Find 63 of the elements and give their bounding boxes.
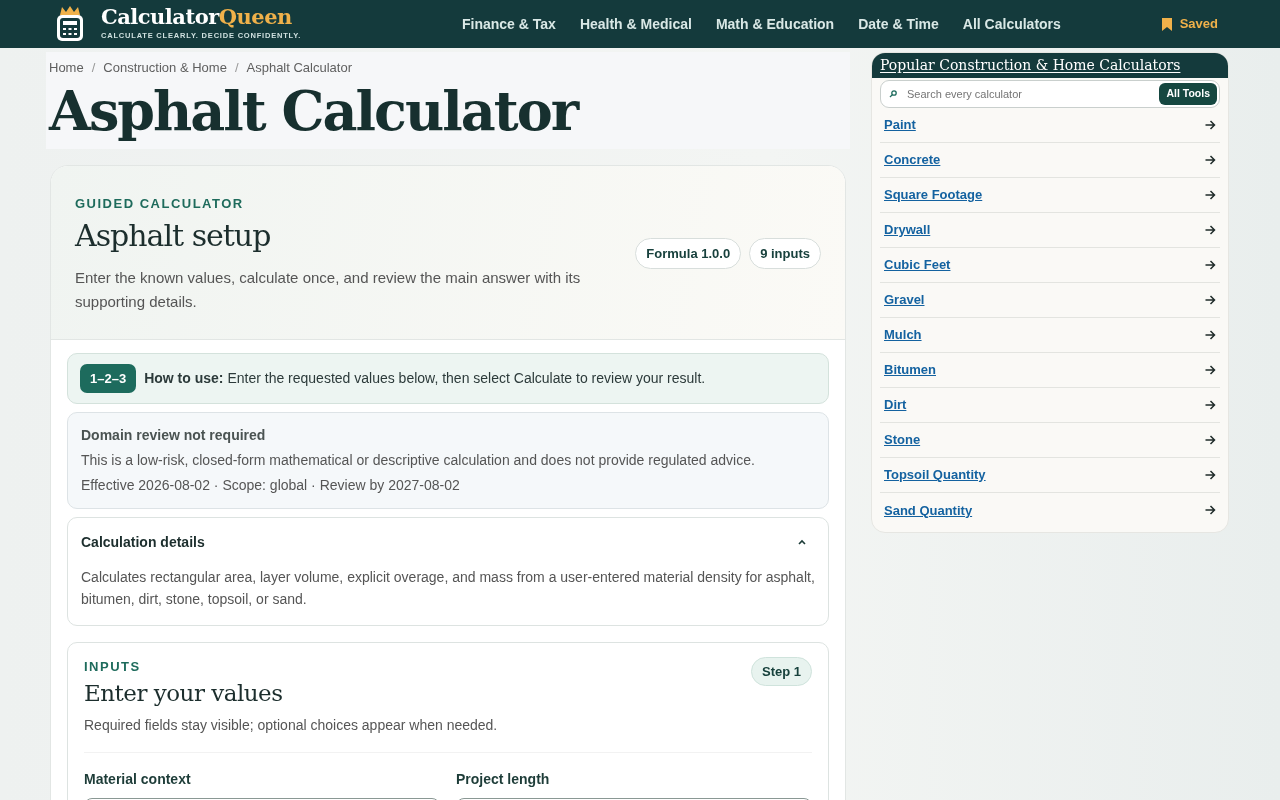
- arrow-right-icon: [1205, 469, 1216, 480]
- calculator-link[interactable]: Paint: [884, 115, 916, 135]
- section-description: Enter the known values, calculate once, and review the main answer with its supporting details.: [75, 268, 582, 312]
- arrow-right-icon: [1205, 224, 1216, 235]
- breadcrumb-link[interactable]: Construction & Home: [103, 58, 227, 78]
- breadcrumb-link[interactable]: Home: [49, 58, 84, 78]
- review-text: This is a low-risk, closed-form mathematical or descriptive calculation and does not provide regulated advice.: [81, 451, 756, 471]
- calculator-link[interactable]: Sand Quantity: [884, 500, 973, 520]
- section-eyebrow: INPUTS: [84, 657, 142, 676]
- step-pill: Step 1: [751, 656, 812, 687]
- arrow-right-icon: [1205, 505, 1216, 516]
- field-label: Material context: [84, 769, 192, 789]
- arrow-right-icon: [1205, 119, 1216, 130]
- section-title: Asphalt setup: [75, 217, 272, 256]
- calculator-link[interactable]: Dirt: [884, 395, 907, 415]
- nav-link[interactable]: Math & Education: [715, 13, 835, 35]
- info-pill: 9 inputs: [749, 237, 821, 270]
- page-title: Asphalt Calculator: [49, 81, 580, 141]
- review-meta: Effective 2026-08-02 · Scope: global · Review by 2027-08-02: [81, 476, 461, 496]
- search-field[interactable]: Search every calculator All Tools: [880, 80, 1220, 108]
- arrow-right-icon: [1205, 399, 1216, 410]
- calculator-link[interactable]: Gravel: [884, 290, 925, 310]
- sidebar-title[interactable]: Popular Construction & Home Calculators: [872, 53, 1228, 78]
- step-badge: 1–2–3: [80, 363, 137, 394]
- info-pill: Formula 1.0.0: [635, 237, 742, 270]
- search-icon: [889, 89, 897, 98]
- review-title: Domain review not required: [81, 426, 267, 446]
- details-text: Calculates rectangular area, layer volume, explicit overage, and mass from a user-entered material density for asphalt, bitumen, dirt, stone, topsoil, or sand.: [81, 568, 815, 610]
- arrow-right-icon: [1205, 189, 1216, 200]
- breadcrumb-link[interactable]: Asphalt Calculator: [246, 58, 352, 78]
- section-eyebrow: GUIDED CALCULATOR: [75, 194, 245, 213]
- nav-link[interactable]: Finance & Tax: [462, 13, 556, 35]
- arrow-right-icon: [1205, 259, 1216, 270]
- calculator-crown-icon: [55, 6, 85, 42]
- breadcrumb-separator: /: [234, 59, 239, 77]
- all-tools-button[interactable]: All Tools: [1159, 83, 1217, 105]
- arrow-right-icon: [1205, 294, 1216, 305]
- calculator-link[interactable]: Topsoil Quantity: [884, 465, 986, 485]
- calculator-link[interactable]: Cubic Feet: [884, 255, 951, 275]
- field-label: Project length: [456, 769, 551, 789]
- nav-link[interactable]: All Calculators: [962, 13, 1061, 35]
- bookmark-icon: [1161, 17, 1172, 31]
- section-hint: Required fields stay visible; optional choices appear when needed.: [84, 715, 499, 735]
- calculator-link[interactable]: Square Footage: [884, 185, 983, 205]
- arrow-right-icon: [1205, 154, 1216, 165]
- arrow-right-icon: [1205, 329, 1216, 340]
- arrow-right-icon: [1205, 434, 1216, 445]
- how-to-text: How to use: Enter the requested values below, then select Calculate to review your result.: [144, 369, 706, 389]
- calculator-link[interactable]: Stone: [884, 430, 921, 450]
- breadcrumb-separator: /: [91, 59, 96, 77]
- calculator-link[interactable]: Drywall: [884, 220, 931, 240]
- nav-link[interactable]: Health & Medical: [579, 13, 692, 35]
- arrow-right-icon: [1205, 364, 1216, 375]
- details-title: Calculation details: [81, 533, 205, 553]
- calculator-link[interactable]: Bitumen: [884, 360, 936, 380]
- calculator-link[interactable]: Mulch: [884, 325, 922, 345]
- brand-name[interactable]: Calculator: [101, 4, 219, 30]
- brand-name-accent[interactable]: Queen: [218, 4, 292, 30]
- nav-link[interactable]: Date & Time: [858, 13, 939, 35]
- calculator-link[interactable]: Concrete: [884, 150, 941, 170]
- saved-link[interactable]: Saved: [1161, 14, 1218, 34]
- section-title: Enter your values: [84, 679, 283, 709]
- chevron-up-icon[interactable]: [797, 539, 807, 547]
